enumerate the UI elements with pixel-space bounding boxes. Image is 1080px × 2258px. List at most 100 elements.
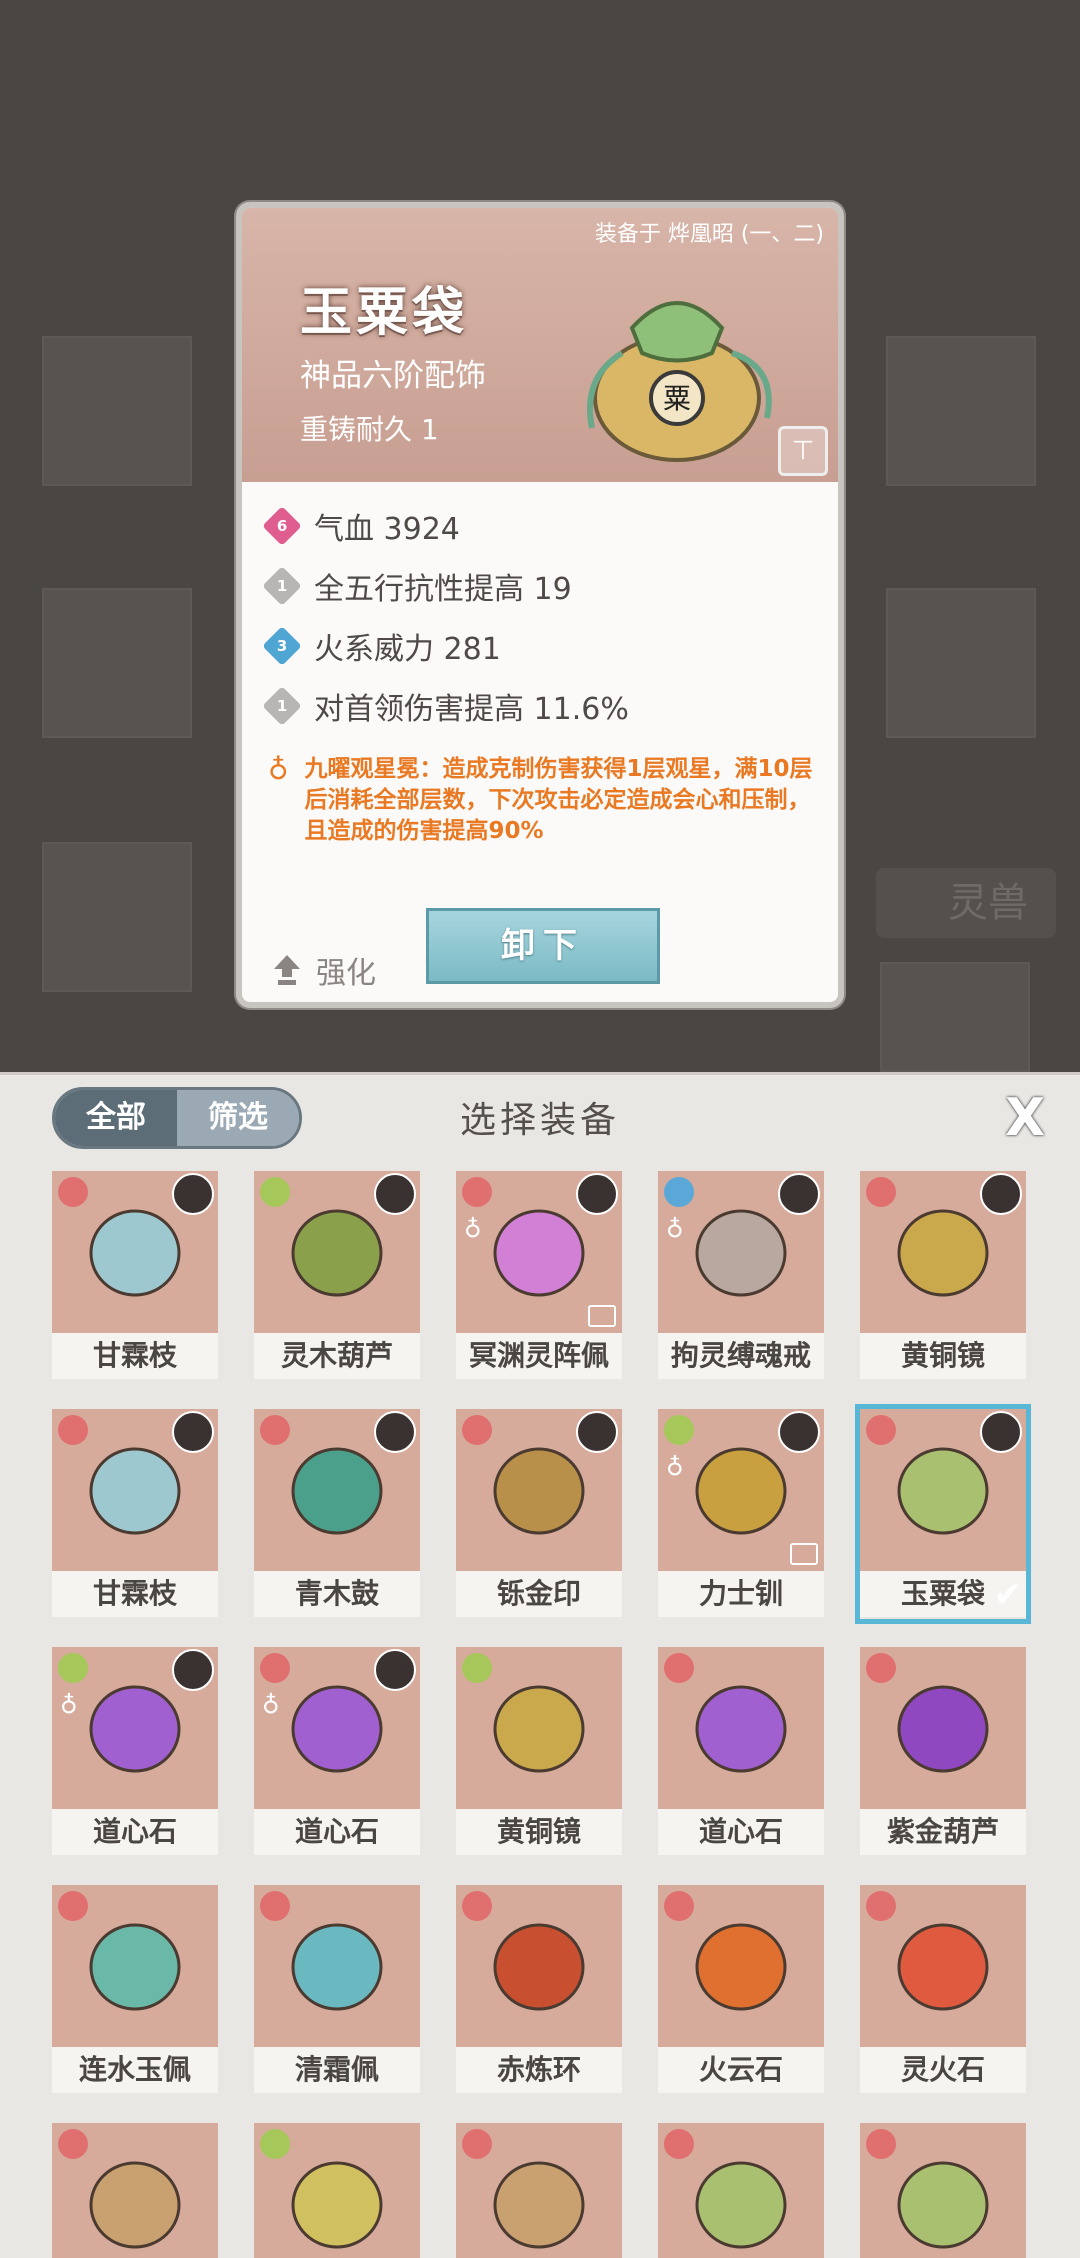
equipment-image	[860, 1885, 1026, 2047]
avatar	[778, 1173, 820, 1215]
equipment-tile[interactable]: 清霜佩	[254, 1885, 420, 2095]
equipment-tile[interactable]	[52, 2123, 218, 2258]
upgrade-button[interactable]: 强化	[272, 948, 376, 992]
equipment-art-icon	[493, 1209, 585, 1297]
equipment-art-shape	[493, 1447, 585, 1535]
equipment-image: ♁	[456, 1171, 622, 1333]
avatar	[576, 1173, 618, 1215]
equipment-tile[interactable]: 紫金葫芦	[860, 1647, 1026, 1857]
item-grade: 神品六阶配饰	[300, 358, 486, 394]
upgrade-label: 强化	[316, 956, 376, 991]
equipment-name: 拘灵缚魂戒	[658, 1333, 824, 1379]
equipment-name: 赤炼环	[456, 2047, 622, 2093]
bg-equip-slot	[42, 336, 192, 486]
equipment-art-shape	[897, 1923, 989, 2011]
equipment-tile[interactable]: 灵火石	[860, 1885, 1026, 2095]
equipment-art-shape	[291, 1209, 383, 1297]
stat-level-gem: 6	[262, 506, 302, 546]
equipment-art-shape	[897, 2161, 989, 2249]
stat-level-gem: 1	[262, 566, 302, 606]
equipment-art-shape	[291, 1923, 383, 2011]
equipment-art-shape	[89, 1923, 181, 2011]
equipment-image	[52, 2123, 218, 2258]
equipment-art-shape	[897, 1447, 989, 1535]
equipment-tile[interactable]	[658, 2123, 824, 2258]
equipment-image	[658, 1647, 824, 1809]
equipment-art-shape	[493, 1685, 585, 1773]
avatar	[172, 1411, 214, 1453]
bg-equip-slot	[880, 962, 1030, 1072]
equipment-grid: 甘霖枝 灵木葫芦 ♁ 冥渊灵阵佩 ♁ 拘灵缚魂戒 黄铜镜 甘霖枝 青木鼓 铄金印 ♁ 力士钏 玉粟袋 ✔ ♁…	[52, 1171, 1032, 2258]
bg-equip-slot	[42, 588, 192, 738]
special-effect-icon: ♁	[666, 1215, 684, 1243]
equipment-image	[456, 1409, 622, 1571]
equipment-name: 甘霖枝	[52, 1571, 218, 1617]
avatar	[374, 1173, 416, 1215]
equipment-image	[658, 2123, 824, 2258]
equipment-tile[interactable]: 道心石	[658, 1647, 824, 1857]
check-icon: ✔	[993, 1575, 1023, 1615]
equipment-tile[interactable]: 连水玉佩	[52, 1885, 218, 2095]
equipment-tile[interactable]: 黄铜镜	[456, 1647, 622, 1857]
equipment-art-shape	[291, 1447, 383, 1535]
equipment-art-shape	[493, 2161, 585, 2249]
equipment-name: 紫金葫芦	[860, 1809, 1026, 1855]
equipment-art-icon	[897, 1447, 989, 1535]
arrow-up-icon	[274, 955, 300, 985]
equipment-art-icon	[695, 2161, 787, 2249]
equipment-tile[interactable]: ♁ 道心石	[52, 1647, 218, 1857]
unequip-button[interactable]: 卸下	[426, 908, 660, 984]
equipment-name: 铄金印	[456, 1571, 622, 1617]
equipment-name: 黄铜镜	[456, 1809, 622, 1855]
equipment-art-icon	[291, 1209, 383, 1297]
bg-equip-slot	[886, 336, 1036, 486]
equipment-tile[interactable]: 火云石	[658, 1885, 824, 2095]
stat-row: 1 全五行抗性提高 19	[262, 564, 572, 608]
equipment-image	[254, 1409, 420, 1571]
equipment-art-icon	[897, 1923, 989, 2011]
equipment-image	[658, 1885, 824, 2047]
equipment-tile[interactable]: 玉粟袋 ✔	[855, 1404, 1031, 1624]
equipment-tile[interactable]	[860, 2123, 1026, 2258]
equipment-tile[interactable]	[456, 2123, 622, 2258]
equipment-image	[860, 2123, 1026, 2258]
equipment-tile[interactable]: ♁ 冥渊灵阵佩	[456, 1171, 622, 1381]
equipment-tile[interactable]: 灵木葫芦	[254, 1171, 420, 1381]
equipment-art-shape	[493, 1923, 585, 2011]
item-detail-card: 装备于 烨凰昭 (一、二) 玉粟袋 神品六阶配饰 重铸耐久 1 粟 ⊤ 6 气血…	[236, 202, 844, 1008]
equipment-image	[254, 1171, 420, 1333]
equipment-tile[interactable]: 甘霖枝	[52, 1171, 218, 1381]
avatar	[980, 1411, 1022, 1453]
bg-equip-slot	[886, 588, 1036, 738]
equipment-image	[52, 1885, 218, 2047]
equipment-tile[interactable]	[254, 2123, 420, 2258]
stat-level-gem: 3	[262, 626, 302, 666]
special-effect-icon: ♁	[60, 1691, 78, 1719]
equipment-tile[interactable]: ♁ 道心石	[254, 1647, 420, 1857]
equipment-name: 连水玉佩	[52, 2047, 218, 2093]
close-icon[interactable]: X	[1000, 1092, 1050, 1144]
equipment-tile[interactable]: ♁ 力士钏	[658, 1409, 824, 1619]
equipment-tile[interactable]: 黄铜镜	[860, 1171, 1026, 1381]
equipment-tile[interactable]: 甘霖枝	[52, 1409, 218, 1619]
bg-spirit-beast-tab: 灵兽	[876, 868, 1056, 938]
equipment-art-shape	[493, 1209, 585, 1297]
special-effect-text: 九曜观星冕：造成克制伤害获得1层观星，满10层后消耗全部层数，下次攻击必定造成会…	[304, 756, 813, 844]
equipment-tile[interactable]: 青木鼓	[254, 1409, 420, 1619]
equipment-art-shape	[695, 1209, 787, 1297]
special-effect: ♁ 九曜观星冕：造成克制伤害获得1层观星，满10层后消耗全部层数，下次攻击必定造…	[268, 754, 828, 847]
lock-icon[interactable]: ⊤	[778, 426, 828, 476]
equipment-tile[interactable]: 赤炼环	[456, 1885, 622, 2095]
equipment-name: 道心石	[254, 1809, 420, 1855]
equipment-image	[860, 1171, 1026, 1333]
equipment-name: 力士钏	[658, 1571, 824, 1617]
equipment-tile[interactable]: 铄金印	[456, 1409, 622, 1619]
equipment-art-icon	[89, 1685, 181, 1773]
equipment-art-icon	[291, 1923, 383, 2011]
equipment-art-icon	[493, 2161, 585, 2249]
equipment-tile[interactable]: ♁ 拘灵缚魂戒	[658, 1171, 824, 1381]
avatar	[576, 1411, 618, 1453]
equipped-to-label: 装备于 烨凰昭 (一、二)	[594, 222, 824, 247]
equipment-name: 道心石	[658, 1809, 824, 1855]
avatar	[778, 1411, 820, 1453]
